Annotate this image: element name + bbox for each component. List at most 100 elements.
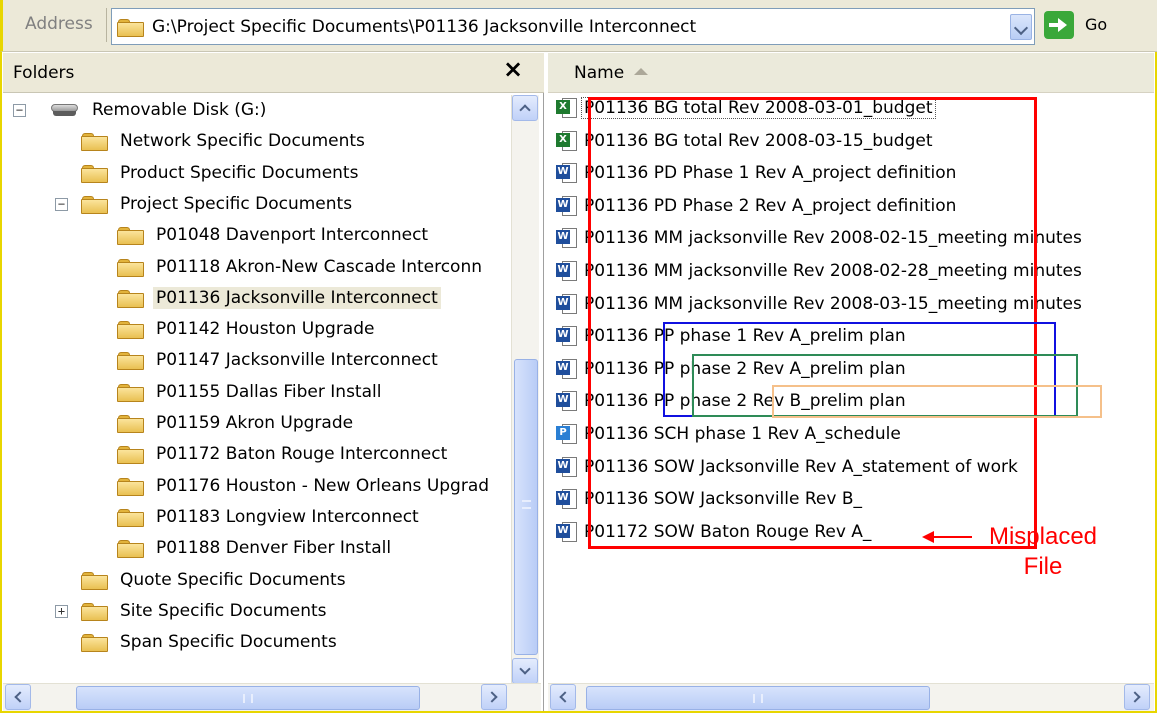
word-icon: W [556,162,578,184]
tree-item[interactable]: P01176 Houston - New Orleans Upgrad [117,472,492,500]
expand-icon[interactable]: + [55,604,68,618]
folder-icon [81,163,109,183]
tree-item[interactable]: P01188 Denver Fiber Install [117,534,394,562]
close-icon[interactable]: × [503,55,523,83]
word-icon: W [556,488,578,510]
tree-item-label: P01136 Jacksonville Interconnect [153,286,441,309]
folder-icon [117,413,145,433]
tree-item[interactable]: Project Specific Documents [81,190,355,218]
tree-item-label: P01048 Davenport Interconnect [156,225,429,246]
folder-icon [81,570,109,590]
tree-item-label: P01183 Longview Interconnect [156,506,419,527]
tree-item[interactable]: P01136 Jacksonville Interconnect [117,284,441,312]
tree-item[interactable]: P01155 Dallas Fiber Install [117,378,384,406]
removable-disk-icon [51,102,79,118]
scroll-up-button[interactable] [512,95,538,121]
tree-item-label: P01188 Denver Fiber Install [156,538,392,559]
word-icon: W [556,325,578,347]
column-name-label: Name [574,63,625,83]
folder-icon [81,632,109,653]
word-icon: W [556,390,578,412]
tree-item-label: Project Specific Documents [120,193,353,214]
folder-icon [117,507,145,527]
tree-item[interactable]: Network Specific Documents [81,127,368,155]
annotation-orange-box [772,385,1102,418]
tree-item-label: Network Specific Documents [120,131,365,152]
folder-icon [81,194,109,214]
excel-icon: X [556,130,578,152]
folders-vertical-scrollbar[interactable] [511,95,539,685]
word-icon: W [556,293,578,315]
word-icon: W [556,358,578,380]
tree-item-label: P01118 Akron-New Cascade Interconn [156,256,483,277]
misplaced-file-label: Misplaced File [988,523,1098,580]
tree-item-label: Site Specific Documents [120,600,327,621]
tree-item[interactable]: Removable Disk (G:) [51,96,269,124]
tree-item-label: Product Specific Documents [120,162,359,183]
tree-item-label: Span Specific Documents [120,632,337,653]
files-horizontal-scrollbar[interactable] [548,683,1154,711]
word-icon: W [556,260,578,282]
tree-item[interactable]: P01159 Akron Upgrade [117,409,356,437]
folders-header: Folders × [3,53,544,93]
word-icon: W [556,521,578,543]
folder-icon [117,225,145,246]
folder-icon [117,538,145,559]
excel-icon: X [556,97,578,119]
go-arrow-icon[interactable] [1044,11,1074,39]
tree-item[interactable]: P01172 Baton Rouge Interconnect [117,440,450,468]
word-icon: W [556,227,578,249]
address-bar: Address G:\Project Specific Documents\P0… [0,0,1157,52]
folder-icon [117,257,145,277]
name-column-header[interactable]: Name [548,53,1154,93]
tree-item[interactable]: Span Specific Documents [81,628,340,656]
collapse-icon[interactable]: − [13,104,26,117]
tree-item[interactable]: P01142 Houston Upgrade [117,315,377,343]
scroll-left-button[interactable] [550,684,576,710]
tree-item[interactable]: Site Specific Documents [81,597,330,625]
scroll-thumb-horizontal[interactable] [76,686,420,710]
tree-item[interactable]: P01048 Davenport Interconnect [117,221,431,249]
tree-item-label: P01142 Houston Upgrade [156,319,375,340]
scroll-down-button[interactable] [512,658,538,684]
scroll-right-button[interactable] [1124,684,1150,710]
tree-item-label: P01155 Dallas Fiber Install [156,381,382,402]
scroll-left-button[interactable] [5,684,31,710]
tree-item-label: P01159 Akron Upgrade [156,413,354,433]
folder-icon [81,131,109,152]
folder-tree: − Removable Disk (G:) Network Specific Doc… [3,95,508,685]
folder-icon [81,601,109,621]
address-path: G:\Project Specific Documents\P01136 Jac… [152,17,697,37]
address-label: Address [25,14,93,34]
folders-horizontal-scrollbar[interactable] [3,683,541,711]
tree-item[interactable]: P01147 Jacksonville Interconnect [117,346,441,374]
chevron-down-icon[interactable] [1010,14,1032,40]
folder-icon [117,444,145,465]
scroll-right-button[interactable] [481,684,507,710]
folder-icon [117,319,145,340]
project-icon: P [556,423,578,445]
folders-title: Folders [13,63,75,83]
address-input[interactable]: G:\Project Specific Documents\P01136 Jac… [111,8,1035,45]
address-separator [106,8,107,42]
folder-icon [117,288,145,308]
annotation-arrow-line [932,536,972,538]
scroll-thumb-horizontal[interactable] [586,686,930,710]
tree-item[interactable]: Product Specific Documents [81,159,361,187]
folders-pane: Folders × − Removable Disk (G:) Network Sp… [3,53,544,711]
tree-item[interactable]: P01183 Longview Interconnect [117,503,422,531]
scroll-thumb[interactable] [514,359,538,655]
word-icon: W [556,456,578,478]
collapse-icon[interactable]: − [55,197,68,211]
tree-item-label: P01172 Baton Rouge Interconnect [156,444,448,465]
tree-item[interactable]: Quote Specific Documents [81,566,349,594]
folder-icon [117,17,145,37]
word-icon: W [556,195,578,217]
tree-item-label: P01176 Houston - New Orleans Upgrad [156,475,490,496]
sort-ascending-icon [634,68,648,75]
tree-item-label: Quote Specific Documents [120,569,346,590]
tree-item-label: P01147 Jacksonville Interconnect [156,350,438,371]
folder-icon [117,350,145,371]
tree-item[interactable]: P01118 Akron-New Cascade Interconn [117,253,485,281]
go-button[interactable]: Go [1085,15,1107,34]
